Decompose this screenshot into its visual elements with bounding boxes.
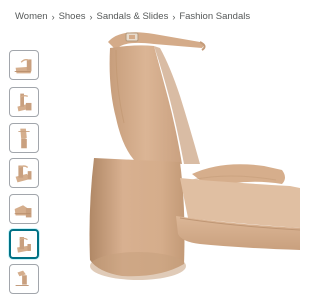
product-page: Women › Shoes › Sandals & Slides › Fashi… xyxy=(0,0,300,300)
sandal-back-view-image xyxy=(89,32,300,280)
thumbnail-heel-view[interactable] xyxy=(9,194,39,224)
sandal-back-thumbnail-image xyxy=(17,237,31,253)
sandal-side-thumbnail-image xyxy=(14,59,32,74)
thumbnail-detail-view[interactable] xyxy=(9,264,39,294)
main-product-image[interactable] xyxy=(50,28,300,300)
breadcrumb-link-women[interactable]: Women xyxy=(15,11,48,22)
thumbnail-rear-view[interactable] xyxy=(9,123,39,153)
breadcrumb-separator: › xyxy=(172,11,176,22)
thumbnail-back-view[interactable] xyxy=(9,229,39,259)
breadcrumb-link-fashion-sandals[interactable]: Fashion Sandals xyxy=(179,11,250,22)
sandal-detail-thumbnail-image xyxy=(15,270,29,286)
sandal-rear-thumbnail-image xyxy=(18,128,30,149)
sandal-angle-thumbnail-image xyxy=(17,93,32,112)
breadcrumb-link-sandals-slides[interactable]: Sandals & Slides xyxy=(97,11,169,22)
thumbnail-top-view[interactable] xyxy=(9,158,39,188)
breadcrumb-link-shoes[interactable]: Shoes xyxy=(59,11,86,22)
breadcrumb: Women › Shoes › Sandals & Slides › Fashi… xyxy=(15,11,250,22)
breadcrumb-separator: › xyxy=(51,11,55,22)
sandal-heel-thumbnail-image xyxy=(14,205,32,218)
sandal-top-thumbnail-image xyxy=(15,165,32,183)
thumbnail-angle-view[interactable] xyxy=(9,87,39,117)
thumbnail-side-view[interactable] xyxy=(9,50,39,80)
breadcrumb-separator: › xyxy=(89,11,93,22)
